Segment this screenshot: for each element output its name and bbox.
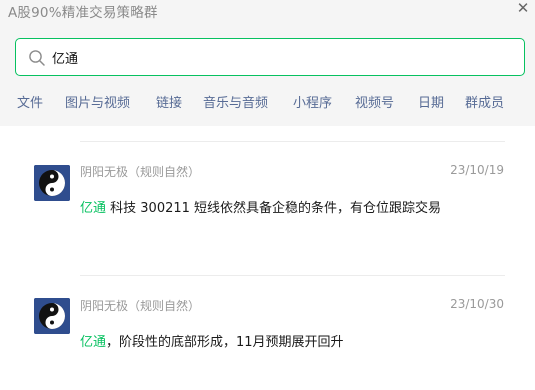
tab-music-audio[interactable]: 音乐与音频 [203, 92, 268, 111]
tab-channels[interactable]: 视频号 [355, 92, 394, 111]
yin-yang-icon [34, 165, 70, 201]
tab-images-videos[interactable]: 图片与视频 [65, 92, 130, 111]
search-input[interactable] [52, 46, 492, 68]
avatar[interactable] [34, 298, 70, 334]
message-rest: ，阶段性的底部形成，11月预期展开回升 [106, 335, 344, 350]
message-date: 23/10/19 [450, 163, 504, 177]
keyword-highlight: 亿通 [80, 201, 107, 216]
avatar[interactable] [34, 165, 70, 201]
keyword-highlight: 亿通 [80, 335, 107, 350]
window-title: A股90%精准交易策略群 [8, 5, 158, 21]
sender-name: 阴阳无极（规则自然） [80, 299, 201, 313]
search-box[interactable] [15, 38, 525, 76]
category-tabs: 文件 图片与视频 链接 音乐与音频 小程序 视频号 日期 群成员 [0, 92, 535, 114]
message-date: 23/10/30 [450, 297, 504, 311]
message-rest: 科技 300211 短线依然具备企稳的条件，有仓位跟踪交易 [106, 201, 442, 216]
message-text: 亿通，阶段性的底部形成，11月预期展开回升 [80, 333, 450, 352]
search-result-item[interactable]: 阴阳无极（规则自然） 23/10/30 亿通，阶段性的底部形成，11月预期展开回… [0, 292, 535, 362]
tab-mini-programs[interactable]: 小程序 [293, 92, 332, 111]
search-header: A股90%精准交易策略群 ✕ 文件 图片与视频 链接 音乐与音频 小程序 视频号… [0, 0, 535, 126]
sender-name: 阴阳无极（规则自然） [80, 165, 201, 179]
close-button[interactable]: ✕ [514, 0, 532, 16]
yin-yang-icon [34, 298, 70, 334]
divider [80, 275, 505, 276]
tab-links[interactable]: 链接 [156, 92, 182, 111]
search-icon [29, 50, 45, 66]
tab-group-members[interactable]: 群成员 [465, 92, 504, 111]
message-text: 亿通 科技 300211 短线依然具备企稳的条件，有仓位跟踪交易 [80, 199, 450, 218]
divider [80, 141, 505, 142]
tab-date[interactable]: 日期 [418, 92, 444, 111]
search-result-item[interactable]: 阴阳无极（规则自然） 23/10/19 亿通 科技 300211 短线依然具备企… [0, 160, 535, 260]
tab-files[interactable]: 文件 [17, 92, 43, 111]
